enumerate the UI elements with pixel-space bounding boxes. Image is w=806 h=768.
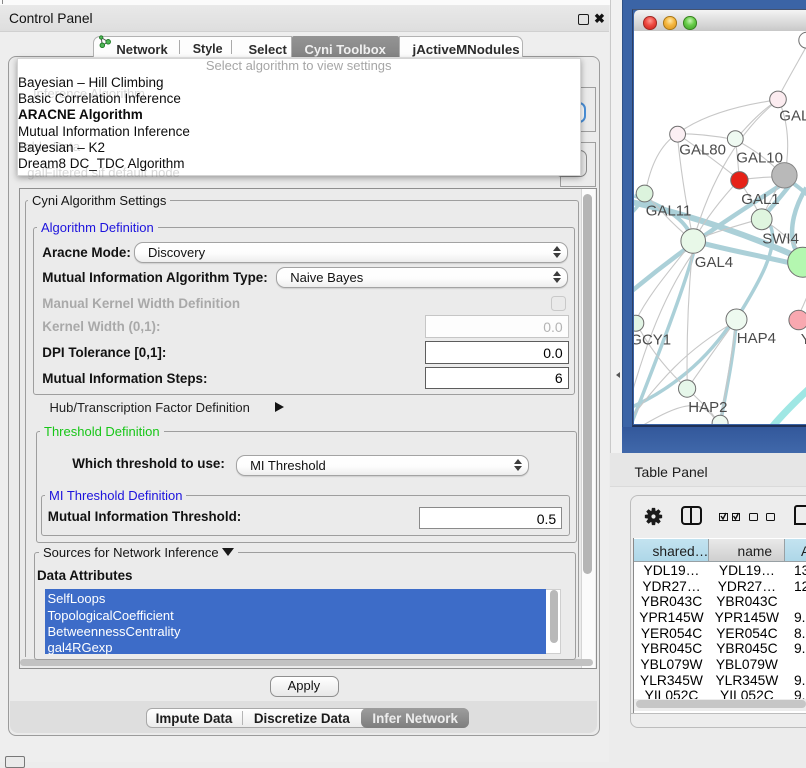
svg-text:GAL11: GAL11	[645, 203, 691, 220]
svg-text:GAL80: GAL80	[679, 142, 726, 159]
svg-text:Y: Y	[800, 331, 806, 348]
svg-text:GAL4: GAL4	[694, 254, 732, 271]
svg-text:HAP4: HAP4	[736, 330, 775, 347]
svg-text:GCY1: GCY1	[634, 332, 671, 349]
svg-text:GAL10: GAL10	[736, 150, 783, 167]
svg-text:GAL1: GAL1	[741, 191, 779, 208]
svg-text:SWI4: SWI4	[762, 231, 799, 248]
svg-text:HAP2: HAP2	[688, 399, 727, 416]
svg-text:GAL2: GAL2	[779, 108, 806, 125]
